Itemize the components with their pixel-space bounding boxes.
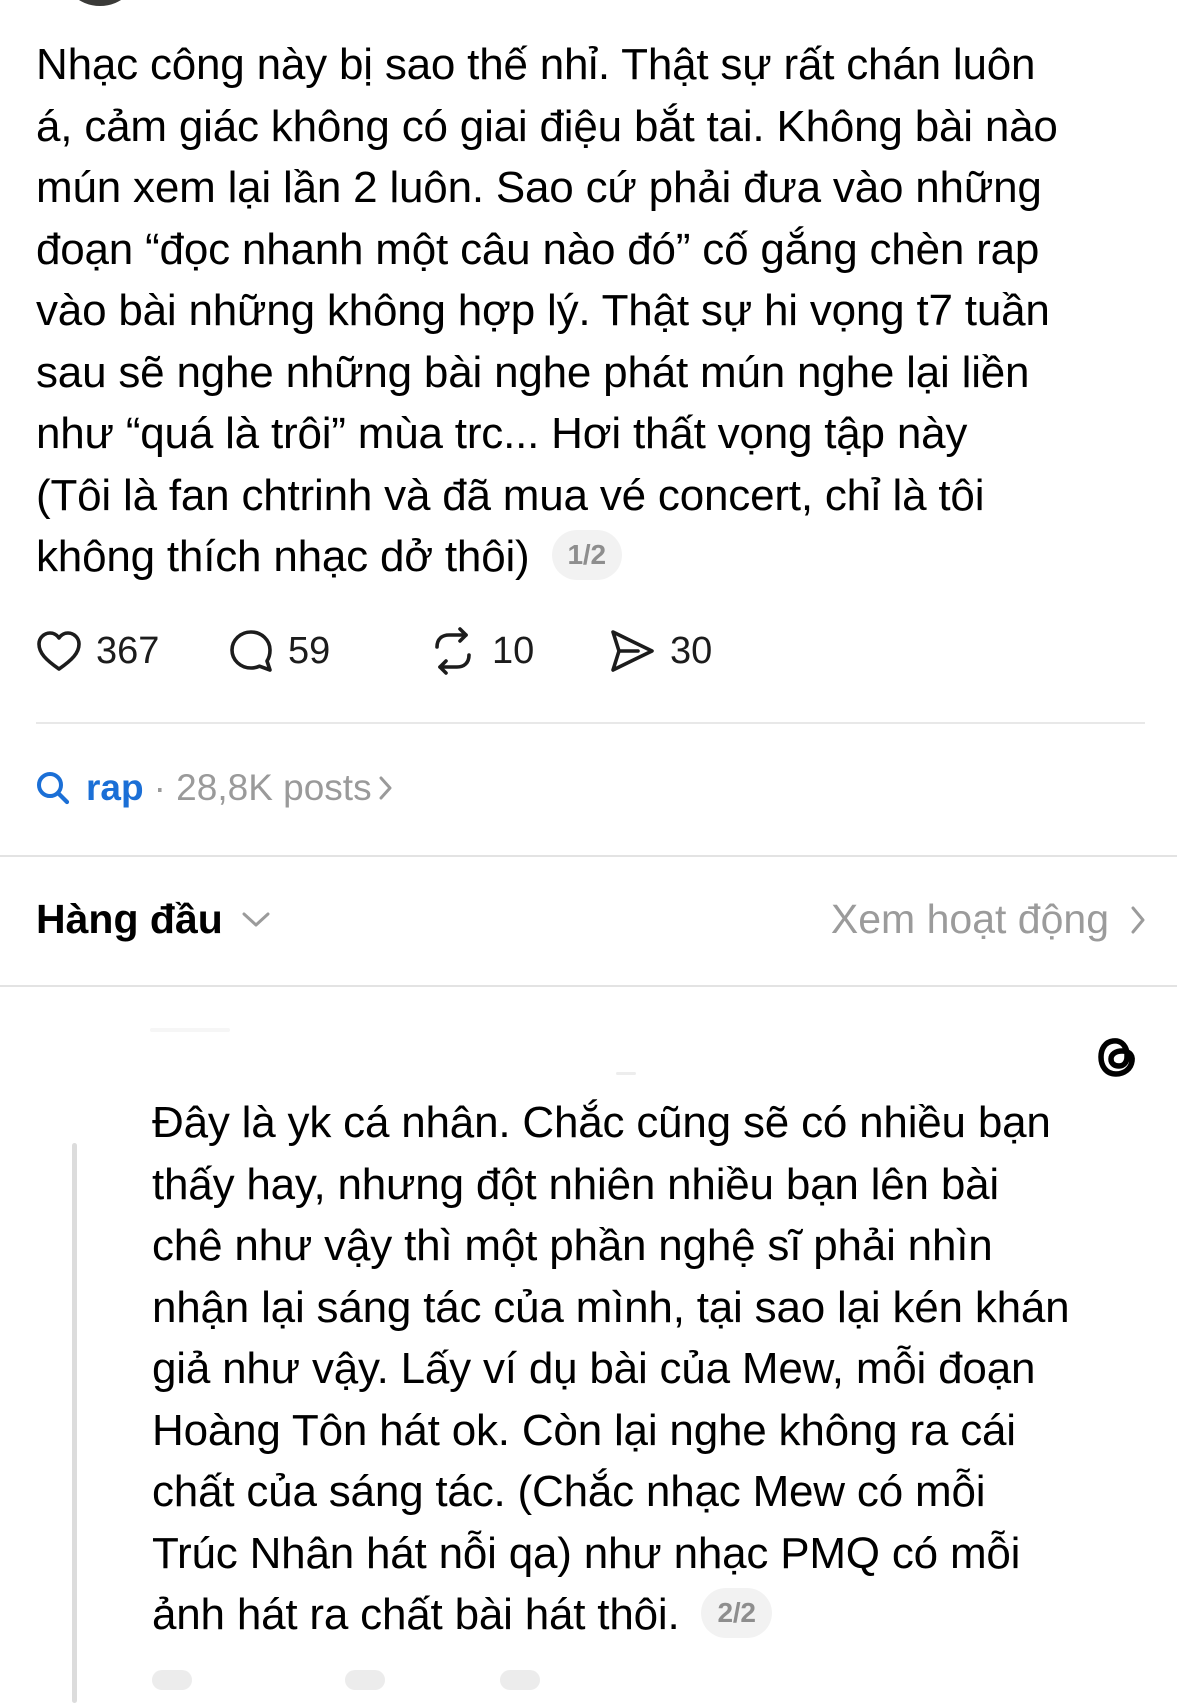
- reply-body: Đây là yk cá nhân. Chắc cũng sẽ có nhiều…: [152, 1092, 1162, 1646]
- post-line: như “quá là trôi” mùa trc... Hơi thất vọ…: [36, 409, 968, 458]
- sort-label: Hàng đầu: [36, 896, 223, 942]
- divider: [36, 722, 1145, 724]
- replies-sort-bar: Hàng đầu Xem hoạt động: [36, 896, 1147, 956]
- post-line: không thích nhạc dở thôi): [36, 532, 530, 581]
- share-count: 30: [670, 629, 713, 672]
- post-line: mún xem lại lần 2 luôn. Sao cứ phải đưa …: [36, 163, 1042, 212]
- reply-line: Hoàng Tôn hát ok. Còn lại nghe không ra …: [152, 1405, 1016, 1455]
- reply-line: giả như vậy. Lấy ví dụ bài của Mew, mỗi …: [152, 1344, 1036, 1393]
- reply-line: thấy hay, nhưng đột nhiên nhiều bạn lên …: [152, 1159, 999, 1209]
- post-body: Nhạc công này bị sao thế nhỉ. Thật sự rấ…: [36, 34, 1156, 588]
- post-line: (Tôi là fan chtrinh và đã mua vé concert…: [36, 470, 985, 520]
- chevron-right-icon: [1131, 906, 1145, 933]
- search-icon: [37, 772, 70, 805]
- post-line: đoạn “đọc nhanh một câu nào đó” cố gắng …: [36, 224, 1040, 274]
- post-line: sau sẽ nghe những bài nghe phát mún nghe…: [36, 347, 1030, 397]
- topic-link[interactable]: rap · 28,8K posts: [36, 762, 394, 814]
- reply-action-placeholder: [345, 1670, 385, 1690]
- repost-icon: [435, 627, 471, 675]
- reply-meta-placeholder: [616, 1072, 636, 1075]
- chevron-down-icon: [242, 912, 270, 926]
- reply-line: Đây là yk cá nhân. Chắc cũng sẽ có nhiều…: [152, 1098, 1051, 1147]
- avatar[interactable]: [60, 0, 140, 6]
- share-icon: [611, 630, 654, 672]
- post-line: vào bài những không hợp lý. Thật sự hi v…: [36, 286, 1050, 335]
- repost-count: 10: [492, 629, 535, 672]
- reply-line: ảnh hát ra chất bài hát thôi.: [152, 1590, 680, 1639]
- reply-action-placeholder: [152, 1670, 192, 1690]
- view-activity-label: Xem hoạt động: [830, 896, 1109, 942]
- post-pager-badge: 1/2: [551, 530, 622, 581]
- reply-line: chất của sáng tác. (Chắc nhạc Mew có mỗi: [152, 1467, 986, 1516]
- post-line: á, cảm giác không có giai điệu bắt tai. …: [36, 101, 1058, 151]
- divider: [0, 855, 1177, 857]
- like-count: 367: [96, 629, 160, 672]
- reply-action-placeholder: [500, 1670, 540, 1690]
- post-line-last: không thích nhạc dở thôi) 1/2: [36, 526, 1156, 588]
- comment-count: 59: [288, 629, 331, 672]
- reply-author-placeholder: [150, 1028, 230, 1032]
- reply-line: chê như vậy thì một phần nghệ sĩ phải nh…: [152, 1221, 993, 1270]
- reply-line: Trúc Nhân hát nỗi qa) như nhạc PMQ có mỗ…: [152, 1528, 1021, 1578]
- sort-dropdown[interactable]: Hàng đầu: [36, 896, 271, 943]
- reply-line-last: ảnh hát ra chất bài hát thôi. 2/2: [152, 1584, 1162, 1646]
- share-button[interactable]: 30: [608, 622, 712, 680]
- repost-button[interactable]: 10: [428, 622, 534, 680]
- comment-button[interactable]: 59: [228, 622, 330, 680]
- thread-connector-line: [72, 1143, 77, 1703]
- divider: [0, 985, 1177, 987]
- post-line: Nhạc công này bị sao thế nhỉ. Thật sự rấ…: [36, 40, 1036, 89]
- reply-line: nhận lại sáng tác của mình, tại sao lại …: [152, 1282, 1070, 1332]
- like-button[interactable]: 367: [36, 622, 159, 680]
- heart-icon: [37, 631, 81, 671]
- topic-name: rap: [86, 767, 144, 808]
- view-activity-link[interactable]: Xem hoạt động: [831, 896, 1147, 943]
- threads-logo-icon[interactable]: [1091, 1030, 1143, 1084]
- topic-post-count: · 28,8K posts: [153, 767, 372, 808]
- chevron-right-icon: [379, 776, 392, 800]
- comment-icon: [230, 630, 272, 672]
- reply-pager-badge: 2/2: [701, 1588, 772, 1639]
